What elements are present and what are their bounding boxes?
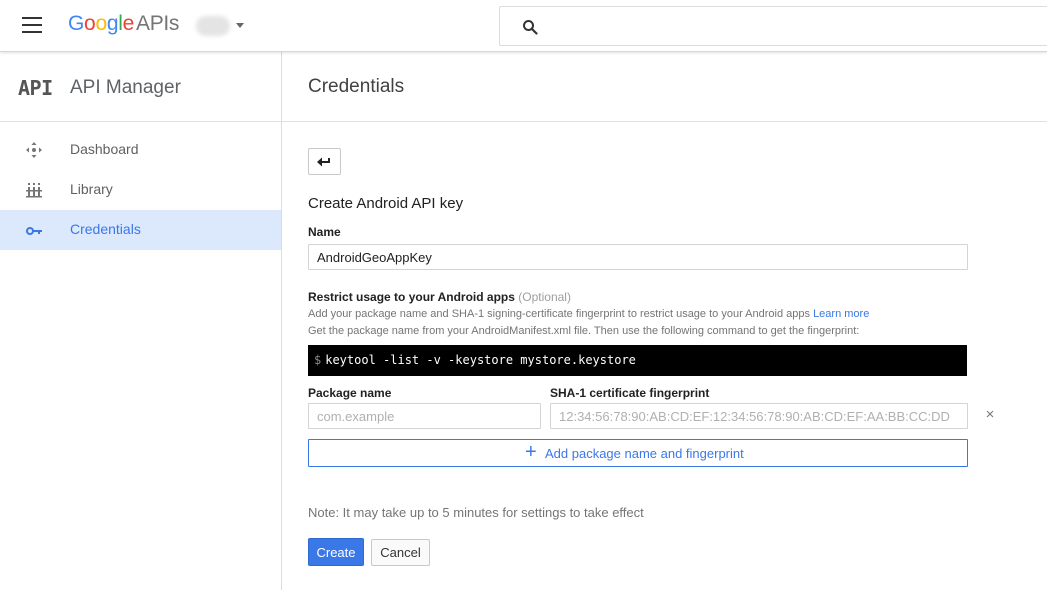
sha1-label: SHA-1 certificate fingerprint [550, 386, 710, 400]
project-name-redacted [196, 16, 230, 36]
sidebar-title: API Manager [70, 77, 181, 98]
cancel-button[interactable]: Cancel [371, 539, 430, 566]
sidebar-item-dashboard[interactable]: Dashboard [0, 130, 281, 170]
restrict-label-text: Restrict usage to your Android apps [308, 290, 515, 304]
sha1-fingerprint-input[interactable] [550, 403, 968, 429]
caret-down-icon [236, 23, 244, 28]
command-text: keytool -list -v -keystore mystore.keyst… [325, 353, 636, 367]
project-selector[interactable] [196, 12, 248, 38]
back-button[interactable] [308, 148, 341, 175]
sidebar-item-label: Dashboard [70, 141, 139, 157]
search-icon [523, 20, 538, 35]
key-icon [26, 227, 42, 235]
help-text-1: Add your package name and SHA-1 signing-… [308, 308, 869, 320]
plus-icon: + [525, 441, 537, 463]
learn-more-link[interactable]: Learn more [813, 308, 869, 320]
package-name-label: Package name [308, 386, 392, 400]
page-title: Credentials [308, 76, 405, 97]
remove-row-icon[interactable]: × [983, 406, 997, 424]
settings-note: Note: It may take up to 5 minutes for se… [308, 505, 644, 520]
sidebar-header: API API Manager [0, 52, 281, 122]
command-prompt: $ [314, 353, 322, 367]
create-button[interactable]: Create [308, 538, 364, 566]
help-text-2: Get the package name from your AndroidMa… [308, 325, 860, 337]
name-input[interactable] [308, 244, 968, 270]
add-package-button[interactable]: + Add package name and fingerprint [308, 439, 968, 467]
search-box[interactable] [499, 6, 1047, 46]
sidebar-item-label: Credentials [70, 221, 141, 237]
api-logo: API [18, 76, 53, 100]
sidebar-item-label: Library [70, 181, 113, 197]
back-arrow-icon [317, 157, 330, 167]
page-header: Credentials [282, 52, 1047, 122]
sidebar: API API Manager Dashboard Library Creden… [0, 52, 282, 590]
dashboard-icon [26, 142, 42, 158]
restrict-label: Restrict usage to your Android apps (Opt… [308, 290, 571, 304]
add-package-button-label: Add package name and fingerprint [545, 446, 744, 461]
top-app-bar: GoogleAPIs [0, 0, 1047, 52]
sidebar-item-credentials[interactable]: Credentials [0, 210, 281, 250]
name-label: Name [308, 225, 341, 239]
sidebar-item-library[interactable]: Library [0, 170, 281, 210]
optional-tag: (Optional) [518, 290, 571, 304]
form-heading: Create Android API key [308, 195, 464, 212]
menu-icon[interactable] [22, 17, 42, 33]
command-block: $ keytool -list -v -keystore mystore.keys… [308, 345, 967, 376]
google-apis-logo[interactable]: GoogleAPIs [68, 12, 179, 36]
package-name-input[interactable] [308, 403, 541, 429]
library-icon [26, 183, 42, 198]
search-input[interactable] [550, 15, 1030, 39]
help-text-1-body: Add your package name and SHA-1 signing-… [308, 308, 810, 320]
